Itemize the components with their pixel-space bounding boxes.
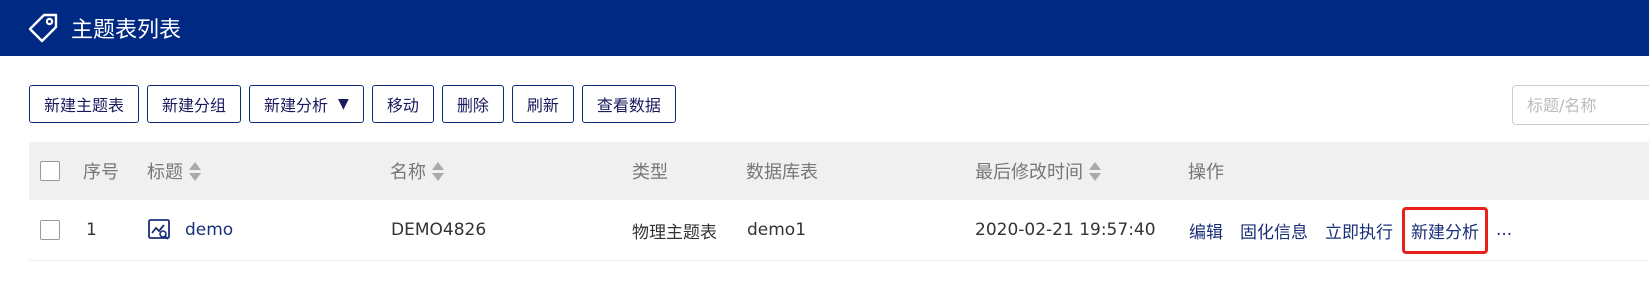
button-label: 删除 (456, 96, 489, 115)
button-label: 刷新 (526, 96, 559, 115)
row-type: 物理主题表 (632, 222, 717, 243)
column-index: 序号 (83, 162, 119, 183)
edit-link[interactable]: 编辑 (1189, 218, 1223, 243)
new-topic-table-button[interactable]: 新建主题表 (29, 85, 140, 123)
row-title-link[interactable]: demo (185, 220, 233, 240)
row-modified-time: 2020-02-21 19:57:40 (975, 220, 1156, 240)
new-analysis-dropdown-button[interactable]: 新建分析 ▼ (249, 85, 364, 123)
new-analysis-link[interactable]: 新建分析 (1402, 206, 1488, 254)
table-header: 序号 标题 名称 类型 数据库表 最后修改时间 操作 (29, 142, 1649, 200)
page-title: 主题表列表 (71, 18, 182, 43)
chart-analysis-icon (147, 218, 171, 242)
column-db-table: 数据库表 (746, 162, 818, 183)
search-input[interactable] (1512, 85, 1649, 125)
select-all-checkbox[interactable] (40, 142, 60, 200)
row-checkbox[interactable] (40, 200, 60, 260)
execute-now-link[interactable]: 立即执行 (1325, 218, 1393, 243)
sort-icon[interactable] (189, 161, 201, 181)
toolbar: 新建主题表 新建分组 新建分析 ▼ 移动 删除 刷新 查看数据 (29, 85, 676, 125)
column-modified-label: 最后修改时间 (975, 162, 1083, 183)
button-label: 移动 (386, 96, 419, 115)
button-label: 新建主题表 (44, 96, 125, 115)
button-label: 新建分析 (264, 96, 329, 115)
new-group-button[interactable]: 新建分组 (147, 85, 242, 123)
caret-down-icon: ▼ (338, 96, 349, 112)
row-db-table-link[interactable]: demo1 (747, 200, 806, 260)
solidify-info-link[interactable]: 固化信息 (1240, 218, 1308, 243)
column-title[interactable]: 标题 (147, 142, 201, 200)
row-index: 1 (86, 220, 97, 240)
column-type: 类型 (632, 162, 668, 183)
move-button[interactable]: 移动 (371, 85, 434, 123)
button-label: 查看数据 (596, 96, 661, 115)
row-title-cell[interactable]: demo (147, 200, 233, 260)
row-actions: 编辑 固化信息 立即执行 新建分析 ... (1189, 200, 1512, 260)
column-name[interactable]: 名称 (390, 142, 444, 200)
sort-icon[interactable] (432, 161, 444, 181)
more-actions-link[interactable]: ... (1496, 220, 1512, 240)
refresh-button[interactable]: 刷新 (511, 85, 574, 123)
button-label: 新建分组 (162, 96, 227, 115)
column-actions: 操作 (1188, 162, 1224, 183)
column-name-label: 名称 (390, 162, 426, 183)
tag-icon (27, 12, 59, 44)
delete-button[interactable]: 删除 (441, 85, 504, 123)
column-title-label: 标题 (147, 162, 183, 183)
table-row: 1 demo DEMO4826 物理主题表 demo1 2020-02-21 1… (29, 200, 1649, 261)
row-name: DEMO4826 (391, 220, 487, 240)
header-bar: 主题表列表 (0, 0, 1649, 56)
sort-icon[interactable] (1089, 161, 1101, 181)
column-modified-time[interactable]: 最后修改时间 (975, 142, 1101, 200)
view-data-button[interactable]: 查看数据 (581, 85, 676, 123)
